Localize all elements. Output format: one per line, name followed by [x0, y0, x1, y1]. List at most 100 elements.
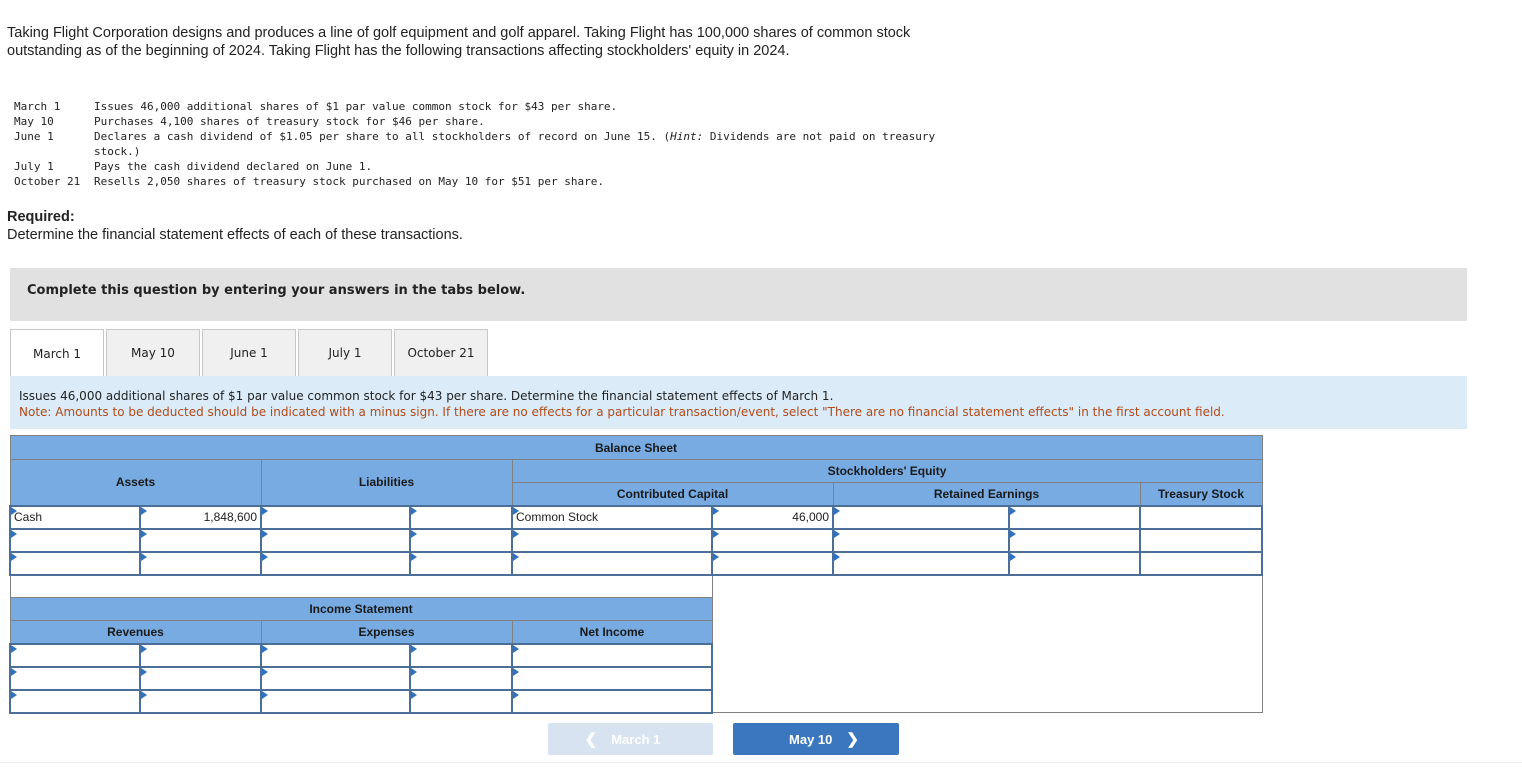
liability-account-cell — [260, 527, 411, 553]
required-section: Required: Determine the financial statem… — [7, 208, 463, 244]
revenues-header: Revenues — [9, 620, 262, 644]
dropdown-indicator-icon — [1010, 552, 1016, 561]
treasury-stock-amount-input[interactable] — [1141, 507, 1261, 527]
dropdown-indicator-icon — [141, 552, 147, 561]
liability-amount-cell — [409, 527, 513, 553]
liability-amount-input[interactable] — [411, 553, 511, 573]
revenue-amount-cell — [139, 642, 262, 668]
dropdown-indicator-icon — [513, 506, 519, 515]
spacer-row — [9, 574, 713, 598]
dropdown-indicator-icon — [411, 690, 417, 699]
liability-account-input[interactable] — [262, 507, 409, 527]
revenue-account-cell — [9, 642, 141, 668]
tab-october-21[interactable]: October 21 — [394, 329, 488, 376]
revenue-account-input[interactable] — [11, 645, 139, 665]
dropdown-indicator-icon — [411, 667, 417, 676]
retained-earnings-account-input[interactable] — [834, 553, 1008, 573]
revenue-amount-cell — [139, 688, 262, 714]
dropdown-indicator-icon — [513, 529, 519, 538]
retained-earnings-account-input[interactable] — [834, 530, 1008, 550]
transaction-desc: Purchases 4,100 shares of treasury stock… — [94, 115, 485, 128]
tab-may-10[interactable]: May 10 — [106, 329, 200, 376]
divider — [0, 762, 1522, 763]
revenue-account-cell — [9, 665, 141, 691]
instructions-banner: Complete this question by entering your … — [10, 268, 1467, 321]
expense-account-input[interactable] — [262, 691, 409, 711]
contributed-capital-account-input[interactable] — [513, 553, 711, 573]
dropdown-indicator-icon — [262, 667, 268, 676]
balance-sheet-row — [9, 550, 1263, 576]
dropdown-indicator-icon — [834, 529, 840, 538]
retained-earnings-amount-input[interactable] — [1010, 553, 1139, 573]
tab-july-1[interactable]: July 1 — [298, 329, 392, 376]
expense-amount-input[interactable] — [411, 691, 511, 711]
dropdown-indicator-icon — [262, 644, 268, 653]
dropdown-indicator-icon — [411, 552, 417, 561]
transaction-row: July 1 Pays the cash dividend declared on… — [14, 159, 954, 174]
expense-amount-input[interactable] — [411, 668, 511, 688]
revenue-amount-input[interactable] — [141, 691, 260, 711]
next-tab-button[interactable]: May 10 ❯ — [733, 723, 899, 755]
transaction-date: October 21 — [14, 175, 81, 188]
tab-march-1[interactable]: March 1 — [10, 329, 104, 378]
revenue-amount-input[interactable] — [141, 645, 260, 665]
expense-account-input[interactable] — [262, 668, 409, 688]
liability-amount-input[interactable] — [411, 530, 511, 550]
revenue-account-input[interactable] — [11, 691, 139, 711]
revenue-account-input[interactable] — [11, 668, 139, 688]
transaction-row: March 1 Issues 46,000 additional shares o… — [14, 99, 954, 114]
question-text: Issues 46,000 additional shares of $1 pa… — [19, 389, 834, 403]
retained-earnings-amount-input[interactable] — [1010, 530, 1139, 550]
asset-amount-input[interactable] — [141, 507, 260, 527]
net-income-amount-input[interactable] — [513, 668, 711, 688]
tab-june-1[interactable]: June 1 — [202, 329, 296, 376]
liability-account-input[interactable] — [262, 553, 409, 573]
required-label: Required: — [7, 209, 75, 225]
dropdown-indicator-icon — [834, 552, 840, 561]
contributed-capital-amount-input[interactable] — [713, 553, 832, 573]
contributed-capital-amount-input[interactable] — [713, 530, 832, 550]
dropdown-indicator-icon — [513, 552, 519, 561]
dropdown-indicator-icon — [262, 690, 268, 699]
dropdown-indicator-icon — [713, 552, 719, 561]
asset-amount-input[interactable] — [141, 530, 260, 550]
dropdown-indicator-icon — [262, 529, 268, 538]
asset-account-input[interactable] — [11, 553, 139, 573]
expense-amount-input[interactable] — [411, 645, 511, 665]
expenses-header: Expenses — [260, 620, 513, 644]
transaction-row: October 21 Resells 2,050 shares of treasu… — [14, 174, 954, 189]
contributed-capital-account-input[interactable] — [513, 530, 711, 550]
liabilities-header: Liabilities — [260, 459, 513, 506]
net-income-amount-input[interactable] — [513, 691, 711, 711]
liability-account-input[interactable] — [262, 530, 409, 550]
contributed-capital-amount-input[interactable] — [713, 507, 832, 527]
revenue-account-cell — [9, 688, 141, 714]
dropdown-indicator-icon — [834, 506, 840, 515]
net-income-amount-input[interactable] — [513, 645, 711, 665]
transaction-date: June 1 — [14, 130, 54, 143]
contributed-capital-amount-cell — [711, 527, 834, 553]
treasury-stock-amount-input[interactable] — [1141, 553, 1261, 573]
liability-amount-input[interactable] — [411, 507, 511, 527]
retained-earnings-account-cell — [832, 550, 1010, 576]
dropdown-indicator-icon — [11, 506, 17, 515]
prev-tab-button[interactable]: ❮ March 1 — [548, 723, 713, 755]
retained-earnings-amount-input[interactable] — [1010, 507, 1139, 527]
retained-earnings-account-cell — [832, 527, 1010, 553]
revenue-amount-input[interactable] — [141, 668, 260, 688]
asset-account-input[interactable] — [11, 530, 139, 550]
dropdown-indicator-icon — [513, 644, 519, 653]
expense-account-input[interactable] — [262, 645, 409, 665]
treasury-stock-amount-cell — [1139, 504, 1263, 530]
asset-amount-input[interactable] — [141, 553, 260, 573]
retained-earnings-account-input[interactable] — [834, 507, 1008, 527]
asset-account-cell — [9, 550, 141, 576]
asset-amount-cell — [139, 504, 262, 530]
dropdown-indicator-icon — [141, 506, 147, 515]
contributed-capital-account-input[interactable] — [513, 507, 711, 527]
treasury-stock-amount-input[interactable] — [1141, 530, 1261, 550]
transaction-desc: Resells 2,050 shares of treasury stock p… — [94, 175, 604, 188]
asset-account-input[interactable] — [11, 507, 139, 527]
dropdown-indicator-icon — [411, 529, 417, 538]
liability-amount-cell — [409, 550, 513, 576]
